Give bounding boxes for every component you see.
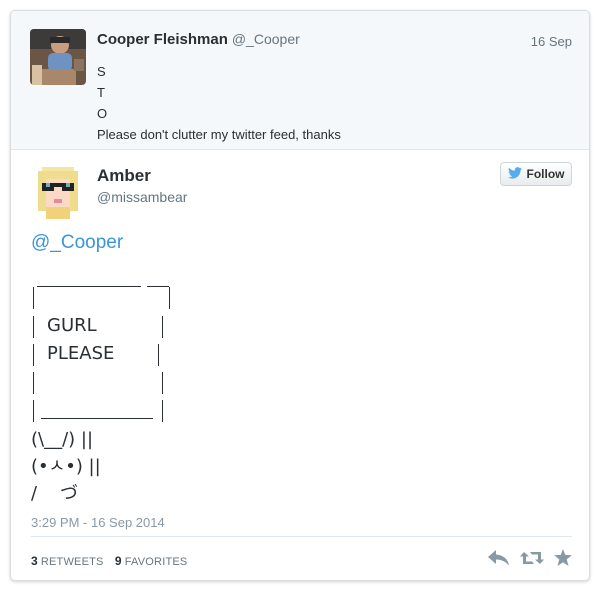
- follow-button[interactable]: Follow: [500, 162, 572, 186]
- parent-author[interactable]: Cooper Fleishman @_Cooper: [97, 31, 300, 48]
- parent-tweet[interactable]: Cooper Fleishman @_Cooper 16 Sep S T O Pl…: [11, 11, 589, 150]
- retweet-stat[interactable]: 3 RETWEETS: [31, 554, 107, 568]
- parent-text-line: Please don't clutter my twitter feed, th…: [97, 127, 341, 142]
- tweet-stats: 3 RETWEETS 9 FAVORITES: [31, 554, 195, 568]
- sign-left-edge: [33, 400, 34, 422]
- parent-text-line: T: [97, 85, 105, 100]
- sign-left-edge: [33, 316, 34, 338]
- follow-label: Follow: [526, 167, 565, 181]
- retweet-label: RETWEETS: [40, 556, 104, 568]
- sign-bottom-edge: [41, 418, 153, 419]
- sign-top-edge: [147, 286, 169, 287]
- retweet-count: 3: [31, 554, 38, 568]
- sign-left-edge: [33, 372, 34, 394]
- sign-text-gurl: GURL: [47, 315, 97, 336]
- parent-date[interactable]: 16 Sep: [531, 34, 572, 49]
- sign-right-edge: [162, 316, 163, 338]
- favorite-label: FAVORITES: [124, 556, 188, 568]
- sign-right-edge: [169, 287, 170, 309]
- tweet-actions: [488, 549, 572, 566]
- parent-author-name[interactable]: Cooper Fleishman: [97, 31, 228, 48]
- parent-text-line: S: [97, 64, 106, 79]
- divider: [31, 536, 572, 537]
- sign-top-edge: [37, 286, 141, 287]
- sign-left-edge: [33, 344, 34, 366]
- favorite-stat[interactable]: 9 FAVORITES: [114, 554, 188, 568]
- ascii-feet: / づ: [31, 483, 78, 504]
- mention-link[interactable]: @_Cooper: [31, 232, 123, 254]
- favorite-star-icon[interactable]: [554, 549, 572, 566]
- retweet-icon[interactable]: [520, 550, 544, 566]
- reply-icon[interactable]: [488, 549, 510, 566]
- favorite-count: 9: [114, 554, 122, 568]
- parent-avatar[interactable]: [30, 29, 86, 85]
- author-handle[interactable]: @missambear: [97, 189, 187, 205]
- parent-author-handle[interactable]: @_Cooper: [232, 31, 300, 47]
- twitter-bird-icon: [507, 166, 522, 182]
- author-name[interactable]: Amber: [97, 166, 151, 186]
- sign-text-please: PLEASE: [47, 343, 115, 364]
- author-avatar[interactable]: [30, 163, 86, 219]
- parent-text-line: O: [97, 106, 108, 121]
- embedded-tweet-card: Cooper Fleishman @_Cooper 16 Sep S T O Pl…: [10, 10, 590, 581]
- tweet-timestamp[interactable]: 3:29 PM - 16 Sep 2014: [31, 515, 165, 530]
- ascii-arms: (\__/) ||: [31, 429, 94, 450]
- sign-right-edge: [158, 344, 159, 366]
- sign-right-edge: [162, 400, 163, 422]
- sign-left-edge: [33, 287, 34, 309]
- sign-right-edge: [162, 372, 163, 394]
- ascii-face: (•ㅅ•) ||: [31, 456, 101, 477]
